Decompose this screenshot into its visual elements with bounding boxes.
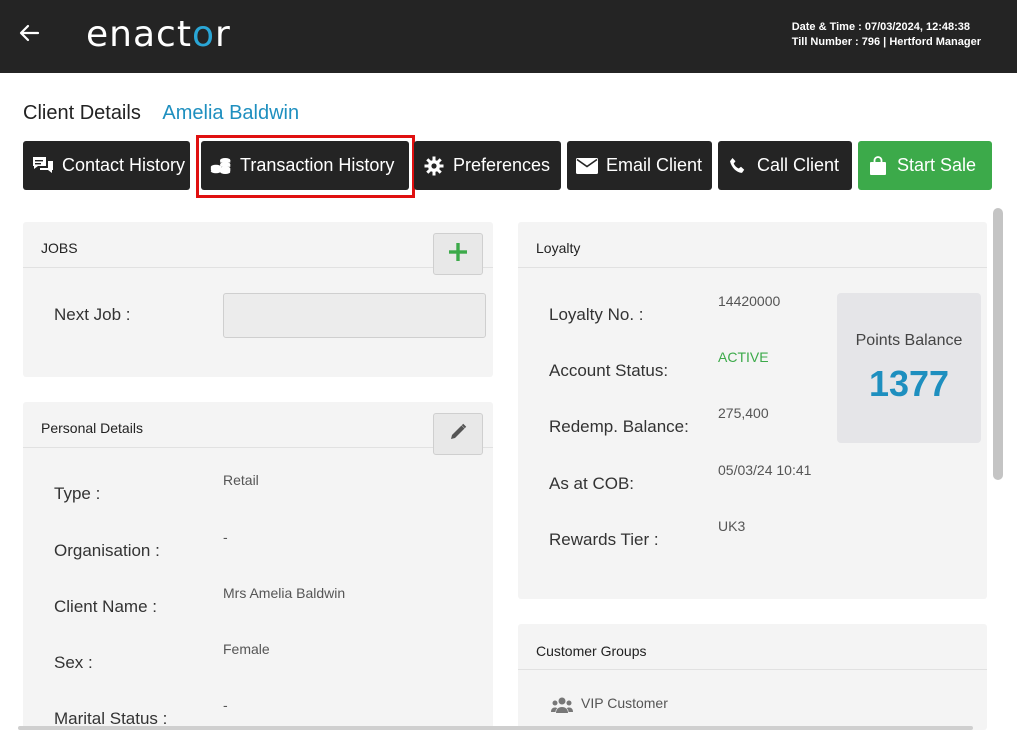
redemp-balance-value: 275,400 bbox=[718, 405, 769, 421]
session-info: Date & Time : 07/03/2024, 12:48:38 Till … bbox=[792, 20, 981, 50]
transaction-history-label: Transaction History bbox=[240, 155, 395, 175]
next-job-label: Next Job : bbox=[54, 305, 131, 324]
points-balance-value: 1377 bbox=[868, 363, 950, 404]
email-client-button[interactable]: Email Client bbox=[567, 141, 712, 190]
horizontal-scrollbar[interactable] bbox=[18, 726, 973, 730]
as-at-cob-value: 05/03/24 10:41 bbox=[718, 462, 812, 478]
points-balance-box: Points Balance 1377 bbox=[837, 293, 981, 443]
jobs-panel: JOBS Next Job : bbox=[23, 222, 493, 377]
personal-details-panel: Personal Details Type : Retail Organisat… bbox=[23, 402, 493, 730]
vertical-scrollbar[interactable] bbox=[993, 208, 1003, 480]
edit-personal-details-button[interactable] bbox=[433, 413, 483, 455]
customer-groups-title: Customer Groups bbox=[536, 643, 647, 659]
personal-details-title: Personal Details bbox=[41, 420, 143, 436]
coins-icon bbox=[210, 155, 232, 177]
personal-details-header: Personal Details bbox=[23, 402, 493, 448]
account-status-label: Account Status: bbox=[549, 361, 669, 380]
preferences-label: Preferences bbox=[453, 155, 551, 175]
marital-status-value: - bbox=[223, 697, 228, 713]
add-job-button[interactable] bbox=[433, 233, 483, 275]
page-title: Client Details Amelia Baldwin bbox=[23, 102, 299, 125]
preferences-button[interactable]: Preferences bbox=[414, 141, 561, 190]
next-job-field[interactable] bbox=[223, 293, 486, 338]
jobs-title: JOBS bbox=[41, 240, 78, 256]
contact-history-label: Contact History bbox=[62, 155, 186, 175]
page-title-label: Client Details bbox=[23, 102, 141, 124]
loyalty-panel: Loyalty Loyalty No. : 14420000 Account S… bbox=[518, 222, 987, 599]
customer-groups-panel: Customer Groups VIP Customer bbox=[518, 624, 987, 730]
enactor-logo: enactor bbox=[86, 14, 231, 55]
sex-label: Sex : bbox=[54, 653, 93, 672]
call-client-button[interactable]: Call Client bbox=[718, 141, 852, 190]
loyalty-no-value: 14420000 bbox=[718, 293, 781, 309]
client-name-label: Client Name : bbox=[54, 597, 157, 616]
gear-icon bbox=[423, 155, 445, 177]
customer-groups-header: Customer Groups bbox=[518, 624, 987, 670]
start-sale-label: Start Sale bbox=[897, 155, 977, 175]
rewards-tier-label: Rewards Tier : bbox=[549, 530, 659, 549]
transaction-history-button[interactable]: Transaction History bbox=[201, 141, 409, 190]
customer-group-item: VIP Customer bbox=[581, 695, 668, 711]
type-label: Type : bbox=[54, 484, 101, 503]
loyalty-no-label: Loyalty No. : bbox=[549, 305, 644, 324]
call-client-label: Call Client bbox=[757, 155, 840, 175]
rewards-tier-value: UK3 bbox=[718, 518, 746, 534]
type-value: Retail bbox=[223, 472, 259, 488]
back-arrow-icon[interactable] bbox=[18, 22, 42, 48]
client-name-title: Amelia Baldwin bbox=[162, 102, 300, 124]
top-bar: enactor Date & Time : 07/03/2024, 12:48:… bbox=[0, 0, 1017, 73]
account-status-value: ACTIVE bbox=[718, 349, 769, 365]
redemp-balance-label: Redemp. Balance: bbox=[549, 417, 689, 436]
as-at-cob-label: As at COB: bbox=[549, 474, 635, 493]
organisation-value: - bbox=[223, 529, 228, 545]
chat-icon bbox=[32, 155, 54, 177]
sex-value: Female bbox=[223, 641, 270, 657]
envelope-icon bbox=[576, 155, 598, 177]
start-sale-button[interactable]: Start Sale bbox=[858, 141, 992, 190]
datetime-text: Date & Time : 07/03/2024, 12:48:38 bbox=[791, 21, 971, 33]
client-name-value: Mrs Amelia Baldwin bbox=[223, 585, 346, 601]
loyalty-panel-header: Loyalty bbox=[518, 222, 987, 268]
loyalty-title: Loyalty bbox=[536, 240, 581, 256]
organisation-label: Organisation : bbox=[54, 541, 160, 560]
users-group-icon bbox=[551, 696, 573, 719]
shopping-bag-icon bbox=[867, 155, 889, 177]
pencil-icon bbox=[449, 423, 467, 446]
points-balance-label: Points Balance bbox=[855, 332, 963, 349]
phone-icon bbox=[727, 155, 749, 177]
plus-icon bbox=[449, 242, 467, 266]
till-text: Till Number : 796 | Hertford Manager bbox=[791, 36, 981, 48]
contact-history-button[interactable]: Contact History bbox=[23, 141, 190, 190]
jobs-panel-header: JOBS bbox=[23, 222, 493, 268]
email-client-label: Email Client bbox=[606, 155, 703, 175]
